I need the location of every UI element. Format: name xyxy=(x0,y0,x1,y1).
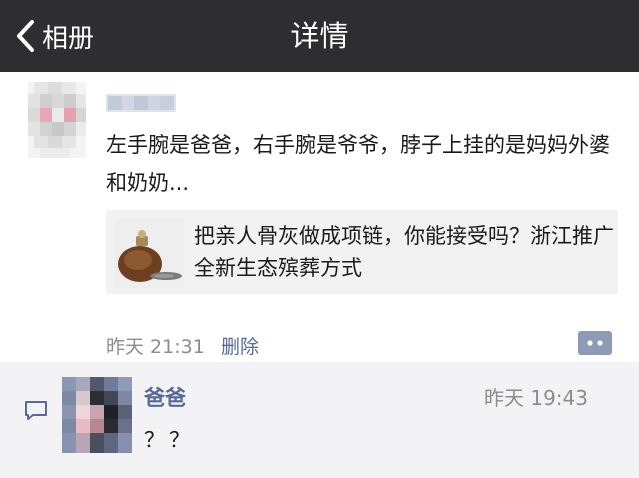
comment-more-icon[interactable] xyxy=(578,330,612,356)
poster-name-blurred xyxy=(106,94,176,112)
commenter-name[interactable]: 爸爸 xyxy=(144,382,186,412)
link-thumbnail xyxy=(114,218,184,288)
post-timestamp: 昨天 21:31 xyxy=(106,336,205,358)
commenter-avatar[interactable] xyxy=(62,377,132,453)
delete-button[interactable]: 删除 xyxy=(221,332,259,359)
link-title: 把亲人骨灰做成项链，你能接受吗？浙江推广全新生态殡葬方式 xyxy=(194,224,614,280)
poster-avatar[interactable] xyxy=(28,82,86,158)
navigation-bar: 相册 详情 xyxy=(0,0,639,72)
comment-text: ？？ xyxy=(144,428,194,452)
page-title: 详情 xyxy=(290,19,349,53)
post-text: 左手腕是爸爸，右手腕是爷爷，脖子上挂的是妈妈外婆和奶奶... xyxy=(106,133,610,195)
comment-section: 爸爸 昨天 19:43 ？？ xyxy=(0,362,639,478)
comment-timestamp: 昨天 19:43 xyxy=(484,386,588,410)
comment-bubble-icon xyxy=(25,401,47,420)
shared-link-card[interactable]: 把亲人骨灰做成项链，你能接受吗？浙江推广全新生态殡葬方式 xyxy=(106,210,618,294)
